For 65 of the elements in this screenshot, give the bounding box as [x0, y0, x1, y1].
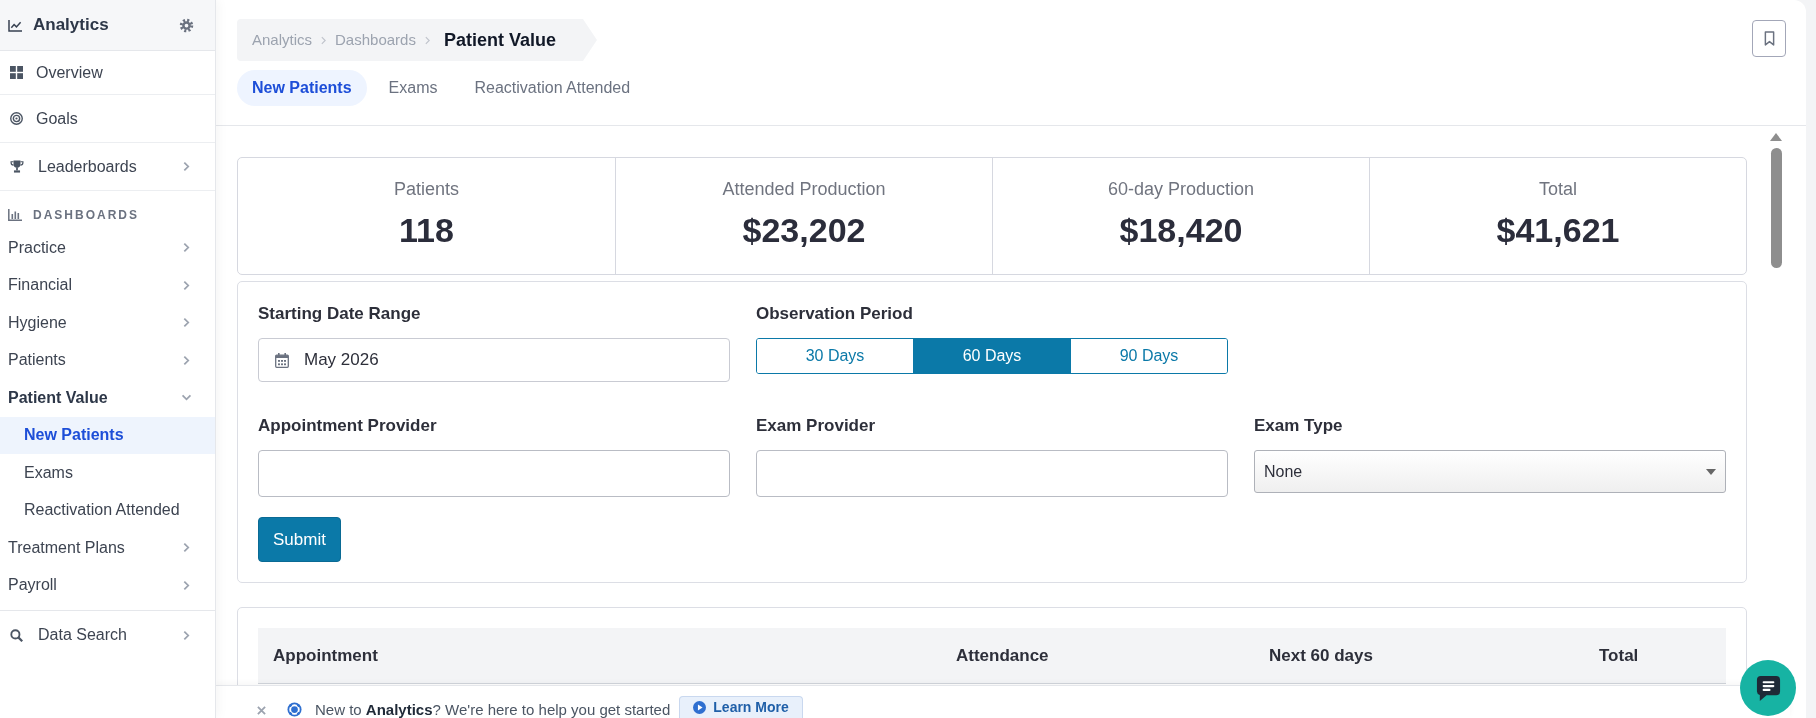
bookmark-button[interactable] — [1752, 20, 1786, 57]
nav-item[interactable]: Hygiene — [0, 304, 215, 342]
calendar-icon — [275, 352, 289, 368]
stat-label: Patients — [393, 178, 459, 200]
column-header: Appointment — [272, 644, 379, 667]
line-chart-icon — [8, 18, 23, 32]
target-icon — [10, 112, 23, 125]
tab[interactable]: Exams — [373, 70, 453, 106]
tab[interactable]: New Patients — [237, 70, 367, 106]
learn-more-button[interactable]: Learn More — [679, 696, 803, 718]
stat-value: $41,621 — [1496, 210, 1620, 250]
section-heading: DASHBOARDS — [33, 207, 139, 224]
nav-item[interactable]: Overview — [0, 51, 215, 95]
input-field[interactable] — [756, 450, 1228, 497]
date-field[interactable]: May 2026 — [258, 338, 730, 382]
nav-item[interactable]: Reactivation Attended — [0, 491, 215, 529]
field-label: Exam Type — [1254, 416, 1344, 436]
trophy-icon — [10, 160, 24, 173]
chevron-right-icon — [424, 35, 430, 45]
nav-item[interactable]: Practice — [0, 229, 215, 267]
bar-chart-icon — [8, 209, 22, 221]
nav-item[interactable]: Leaderboards — [0, 143, 215, 191]
field-label: Observation Period — [756, 304, 914, 324]
scrollbar-thumb[interactable] — [1770, 148, 1782, 268]
segment-button[interactable]: 60 Days — [913, 339, 1070, 373]
stat-label: Attended Production — [722, 178, 886, 200]
page-title: Patient Value — [443, 28, 556, 52]
field-label: Starting Date Range — [258, 304, 422, 324]
column-header: Next 60 days — [1268, 644, 1374, 667]
caret-down-icon — [1706, 468, 1716, 475]
bookmark-icon — [1763, 31, 1775, 46]
app-title: Analytics — [33, 14, 109, 37]
nav-item[interactable]: Exams — [0, 454, 215, 492]
chevron-right-icon — [321, 35, 327, 45]
field-label: Exam Provider — [756, 416, 877, 436]
nav-item[interactable]: Patient Value — [0, 379, 215, 417]
tab[interactable]: Reactivation Attended — [459, 70, 646, 106]
nav-item[interactable]: Goals — [0, 95, 215, 143]
nav-item[interactable]: Payroll — [0, 566, 215, 604]
settings-icon[interactable] — [179, 17, 194, 33]
submit-button[interactable]: Submit — [258, 517, 341, 562]
search-icon — [10, 628, 23, 642]
play-icon — [693, 701, 707, 714]
stat-label: Total — [1539, 178, 1577, 200]
input-field[interactable] — [258, 450, 730, 497]
nav-item[interactable]: New Patients — [0, 416, 215, 454]
field-label: Appointment Provider — [258, 416, 438, 436]
scroll-up-icon[interactable] — [1770, 133, 1782, 141]
chat-bubble-icon — [1754, 674, 1782, 702]
stat-value: $23,202 — [742, 210, 866, 250]
stat-value: 118 — [399, 210, 454, 250]
nav-item[interactable]: Financial — [0, 266, 215, 304]
stat-value: $18,420 — [1119, 210, 1243, 250]
segment-button[interactable]: 90 Days — [1070, 339, 1227, 373]
stat-label: 60-day Production — [1107, 178, 1255, 200]
nav-item[interactable]: Patients — [0, 341, 215, 379]
column-header: Attendance — [955, 644, 1050, 667]
grid-icon — [10, 66, 23, 79]
column-header: Total — [1598, 644, 1640, 667]
banner-message: New to Analytics? We're here to help you get started — [315, 701, 671, 718]
nav-item[interactable]: Treatment Plans — [0, 529, 215, 567]
chat-button[interactable] — [1740, 660, 1796, 716]
nav-item[interactable]: Data Search — [0, 611, 215, 659]
select-field[interactable]: None — [1254, 450, 1726, 493]
close-icon[interactable] — [257, 706, 266, 715]
